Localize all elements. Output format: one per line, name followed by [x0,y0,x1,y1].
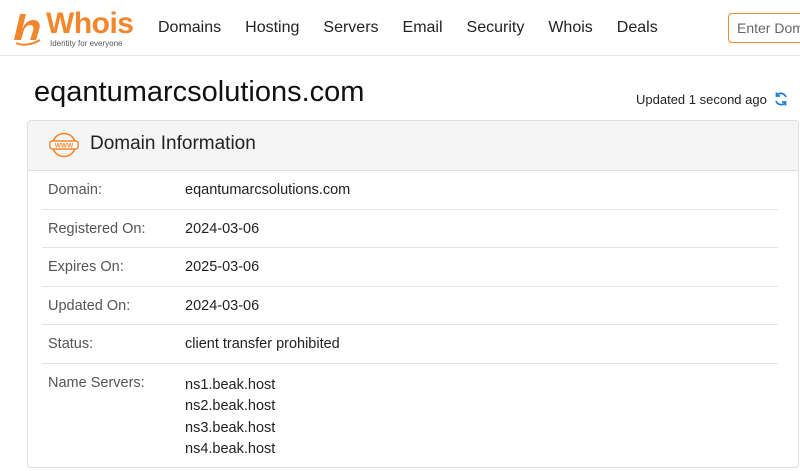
row-label: Name Servers: [48,374,145,391]
info-row-status: Status: client transfer prohibited [42,325,778,364]
row-value: client transfer prohibited [185,336,340,352]
domain-search-input[interactable] [728,13,800,43]
nav-item-whois[interactable]: Whois [536,0,604,56]
row-value: eqantumarcsolutions.com [185,182,351,198]
info-row-name-servers: Name Servers: ns1.beak.host ns2.beak.hos… [42,364,778,464]
last-updated: Updated 1 second ago [636,90,789,108]
nav-item-hosting[interactable]: Hosting [233,0,311,56]
row-label: Updated On: [48,297,131,314]
panel-header: WWW Domain Information [28,121,798,171]
whois-logo-icon [14,14,41,46]
row-label: Domain: [48,182,102,198]
name-server-list: ns1.beak.host ns2.beak.host ns3.beak.hos… [185,375,275,461]
domain-information-panel: WWW Domain Information Domain: eqantumar… [27,120,799,468]
info-row-updated-on: Updated On: 2024-03-06 [42,287,778,325]
www-icon: WWW [49,132,79,158]
main-nav: Domains Hosting Servers Email Security W… [146,0,670,56]
name-server-item: ns4.beak.host [185,441,276,457]
row-label: Status: [48,336,94,352]
row-value: 2024-03-06 [185,297,260,314]
nav-item-servers[interactable]: Servers [311,0,390,56]
top-navigation-bar: Whois Identity for everyone Domains Host… [0,0,800,56]
nav-item-domains[interactable]: Domains [146,0,233,56]
name-server-item: ns3.beak.host [185,419,276,436]
info-row-registered-on: Registered On: 2024-03-06 [42,210,778,248]
row-label: Registered On: [48,220,146,237]
domain-info-table: Domain: eqantumarcsolutions.com Register… [28,171,798,464]
name-server-item: ns1.beak.host [185,376,276,393]
updated-text: Updated 1 second ago [636,91,767,107]
svg-text:WWW: WWW [55,143,74,150]
name-server-item: ns2.beak.host [185,398,276,414]
row-value: 2025-03-06 [185,259,260,275]
nav-item-deals[interactable]: Deals [605,0,670,56]
nav-item-email[interactable]: Email [391,0,455,56]
info-row-expires-on: Expires On: 2025-03-06 [42,248,778,287]
row-value: 2024-03-06 [185,220,260,237]
nav-item-security[interactable]: Security [455,0,537,56]
info-row-domain: Domain: eqantumarcsolutions.com [42,171,778,210]
whois-logo[interactable]: Whois Identity for everyone [10,8,140,48]
panel-title: Domain Information [90,133,256,154]
refresh-icon[interactable] [773,91,789,107]
brand-tagline: Identity for everyone [50,39,123,48]
page-title: eqantumarcsolutions.com [34,76,365,108]
row-label: Expires On: [48,259,124,275]
brand-name: Whois [46,7,134,40]
